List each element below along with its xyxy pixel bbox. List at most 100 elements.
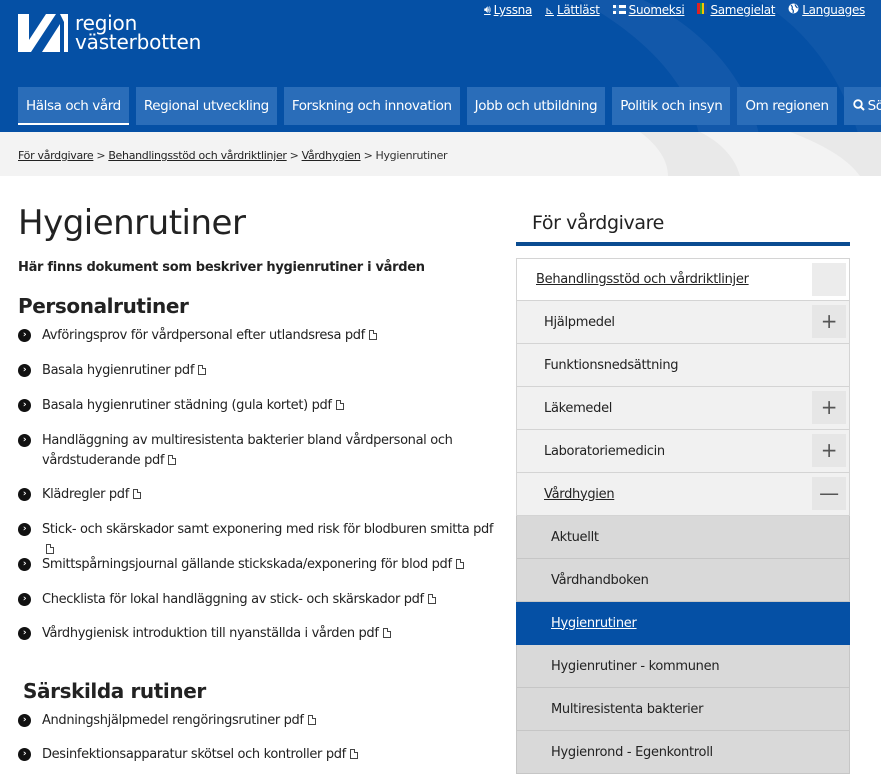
list-item: › Basala hygienrutiner pdf [18, 361, 498, 381]
pdf-icon [335, 400, 344, 410]
nav-forskning-och-innovation[interactable]: Forskning och innovation [283, 87, 460, 125]
breadcrumb-separator: > [363, 149, 373, 162]
main-nav: Hälsa och vård Regional utveckling Forsk… [18, 87, 881, 125]
list-item: › Klädregler pdf [18, 485, 498, 505]
util-link-suomeksi[interactable]: Suomeksi [612, 3, 685, 17]
document-link[interactable]: Desinfektionsapparatur skötsel och kontr… [42, 747, 358, 762]
document-link[interactable]: Handläggning av multiresistenta bakterie… [42, 433, 453, 468]
arrow-right-icon: › [18, 714, 31, 727]
sidebar-rule [516, 242, 850, 246]
breadcrumb-link[interactable]: Behandlingsstöd och vårdriktlinjer [108, 149, 287, 162]
document-link[interactable]: Basala hygienrutiner pdf [42, 363, 207, 378]
util-link-samegielat[interactable]: Samegielat [697, 3, 776, 17]
utility-links: 🔊︎ Lyssna ⊾ Lättläst Suomeksi Samegielat… [471, 3, 865, 17]
arrow-right-icon: › [18, 329, 31, 342]
pdf-icon [455, 559, 464, 569]
document-link[interactable]: Andningshjälpmedel rengöringsrutiner pdf [42, 713, 316, 728]
sidebar-item-multiresistenta-bakterier[interactable]: Multiresistenta bakterier [516, 688, 850, 731]
nav-regional-utveckling[interactable]: Regional utveckling [135, 87, 277, 125]
document-link-label: Smittspårningsjournal gällande stickskad… [42, 557, 452, 572]
sidebar-item-hygienrond-egenkontroll[interactable]: Hygienrond - Egenkontroll [516, 731, 850, 774]
util-link-languages[interactable]: Languages [788, 3, 865, 17]
section-heading-sarskilda-rutiner: Särskilda rutiner [23, 679, 206, 703]
list-item: › Desinfektionsapparatur skötsel och kont… [18, 745, 498, 765]
minus-icon[interactable]: — [812, 477, 846, 510]
sidebar-item-laboratoriemedicin[interactable]: Laboratoriemedicin + [516, 430, 850, 473]
document-link[interactable]: Checklista för lokal handläggning av sti… [42, 592, 436, 607]
sidebar-item-vårdhandboken[interactable]: Vårdhandboken [516, 559, 850, 602]
arrow-right-icon: › [18, 434, 31, 447]
util-label: Languages [802, 3, 865, 17]
pdf-icon [382, 628, 391, 638]
arrow-right-icon: › [18, 593, 31, 606]
section-heading-personalrutiner: Personalrutiner [18, 294, 189, 318]
document-link[interactable]: Stick- och skärskador samt exponering me… [42, 522, 494, 557]
sidebar-item-label: Funktionsnedsättning [544, 357, 679, 373]
pdf-icon [132, 489, 141, 499]
nav-halsa-och-vard[interactable]: Hälsa och vård [18, 87, 129, 125]
pdf-icon [368, 330, 377, 340]
page-lead: Här finns dokument som beskriver hygienr… [18, 260, 425, 275]
breadcrumb-separator: > [289, 149, 299, 162]
breadcrumb-link[interactable]: För vårdgivare [18, 149, 94, 162]
document-link[interactable]: Smittspårningsjournal gällande stickskad… [42, 557, 464, 572]
sidebar-item-label: Vårdhandboken [551, 572, 649, 588]
list-item: › Handläggning av multiresistenta bakteri… [18, 431, 498, 471]
document-link[interactable]: Vårdhygienisk introduktion till nyanstäl… [42, 626, 391, 641]
document-link[interactable]: Klädregler pdf [42, 487, 141, 502]
sidebar-item-label: Aktuellt [551, 529, 599, 545]
document-link-label: Checklista för lokal handläggning av sti… [42, 592, 424, 607]
sidebar-menu: Behandlingsstöd och vårdriktlinjer Hjälpm… [516, 258, 850, 774]
arrow-right-icon: › [18, 627, 31, 640]
util-label: Samegielat [710, 3, 776, 17]
list-item: › Andningshjälpmedel rengöringsrutiner pd… [18, 711, 498, 731]
sidebar-item-label: Behandlingsstöd och vårdriktlinjer [536, 272, 749, 287]
sidebar-item-hjälpmedel[interactable]: Hjälpmedel + [516, 301, 850, 344]
document-link-label: Avföringsprov för vårdpersonal efter utl… [42, 328, 365, 343]
site-header: region västerbotten 🔊︎ Lyssna ⊾ Lättläst… [0, 0, 881, 132]
sidebar-item-label: Hjälpmedel [544, 314, 615, 330]
document-link[interactable]: Basala hygienrutiner städning (gula kort… [42, 398, 344, 413]
site-logo[interactable]: region västerbotten [18, 13, 201, 52]
speaker-icon: 🔊︎ [484, 3, 491, 16]
plus-icon[interactable]: + [812, 391, 846, 424]
plus-icon[interactable]: + [812, 305, 846, 338]
breadcrumb-bar: För vårdgivare > Behandlingsstöd och vårdr… [0, 132, 881, 176]
pdf-icon [307, 715, 316, 725]
document-link[interactable]: Avföringsprov för vårdpersonal efter utl… [42, 328, 377, 343]
util-link-lattlast[interactable]: ⊾ Lättläst [545, 3, 600, 17]
document-link-label: Stick- och skärskador samt exponering me… [42, 522, 494, 537]
pdf-icon [198, 365, 207, 375]
pdf-icon [168, 455, 177, 465]
search-button[interactable]: Sök [843, 87, 881, 125]
arrow-right-icon: › [18, 399, 31, 412]
search-icon [852, 99, 865, 111]
util-link-lyssna[interactable]: 🔊︎ Lyssna [484, 3, 532, 17]
sidebar-item-label: Hygienrutiner - kommunen [551, 658, 720, 674]
sidebar-item-vårdhygien[interactable]: Vårdhygien — [516, 473, 850, 516]
sidebar-item-läkemedel[interactable]: Läkemedel + [516, 387, 850, 430]
document-link-label: Basala hygienrutiner pdf [42, 363, 195, 378]
nav-politik-och-insyn[interactable]: Politik och insyn [612, 87, 731, 125]
sidebar-title: För vårdgivare [532, 212, 664, 234]
sidebar-item-hygienrutiner[interactable]: Hygienrutiner [516, 602, 850, 645]
arrow-right-icon: › [18, 523, 31, 536]
pdf-icon [46, 544, 54, 554]
expand-toggle[interactable] [812, 263, 846, 296]
nav-jobb-och-utbildning[interactable]: Jobb och utbildning [466, 87, 606, 125]
nav-om-regionen[interactable]: Om regionen [737, 87, 837, 125]
plus-icon[interactable]: + [812, 434, 846, 467]
sidebar-item-aktuellt[interactable]: Aktuellt [516, 516, 850, 559]
easy-read-icon: ⊾ [545, 3, 554, 17]
breadcrumb-current: Hygienrutiner [375, 149, 448, 162]
breadcrumb-link[interactable]: Vårdhygien [302, 149, 361, 162]
finnish-flag-icon [612, 4, 626, 17]
sidebar-item-label: Laboratoriemedicin [544, 443, 665, 459]
sidebar-item-label: Multiresistenta bakterier [551, 701, 704, 717]
sidebar-item-funktionsnedsättning[interactable]: Funktionsnedsättning [516, 344, 850, 387]
sidebar-item-behandlingsstöd-och-vårdriktlinjer[interactable]: Behandlingsstöd och vårdriktlinjer [516, 258, 850, 301]
search-label: Sök [867, 98, 881, 114]
document-link-label: Basala hygienrutiner städning (gula kort… [42, 398, 332, 413]
sidebar-item-hygienrutiner-kommunen[interactable]: Hygienrutiner - kommunen [516, 645, 850, 688]
list-item: › Smittspårningsjournal gällande stickska… [18, 555, 498, 575]
